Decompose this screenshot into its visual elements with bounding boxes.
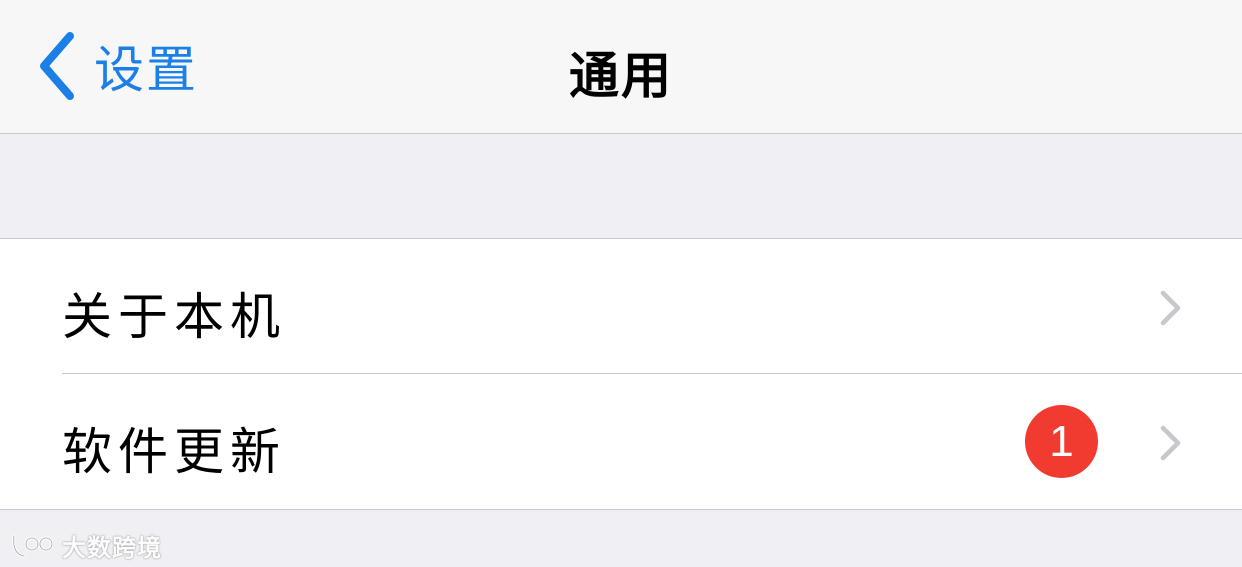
about-cell-label: 关于本机 (62, 288, 286, 346)
settings-group: 关于本机 软件更新 1 (0, 238, 1242, 510)
about-cell[interactable]: 关于本机 (0, 239, 1242, 374)
navigation-bar: 设置 通用 (0, 0, 1242, 134)
software-update-cell[interactable]: 软件更新 1 (0, 374, 1242, 508)
chevron-right-icon (1160, 290, 1181, 326)
watermark: 大数跨境 (10, 528, 162, 563)
update-count-badge: 1 (1025, 405, 1098, 478)
software-update-cell-label: 软件更新 (62, 423, 286, 481)
section-spacer (0, 134, 1242, 238)
watermark-logo-icon (12, 534, 54, 557)
page-title: 通用 (569, 47, 673, 105)
chevron-right-icon (1160, 425, 1181, 461)
watermark-text: 大数跨境 (62, 534, 162, 562)
